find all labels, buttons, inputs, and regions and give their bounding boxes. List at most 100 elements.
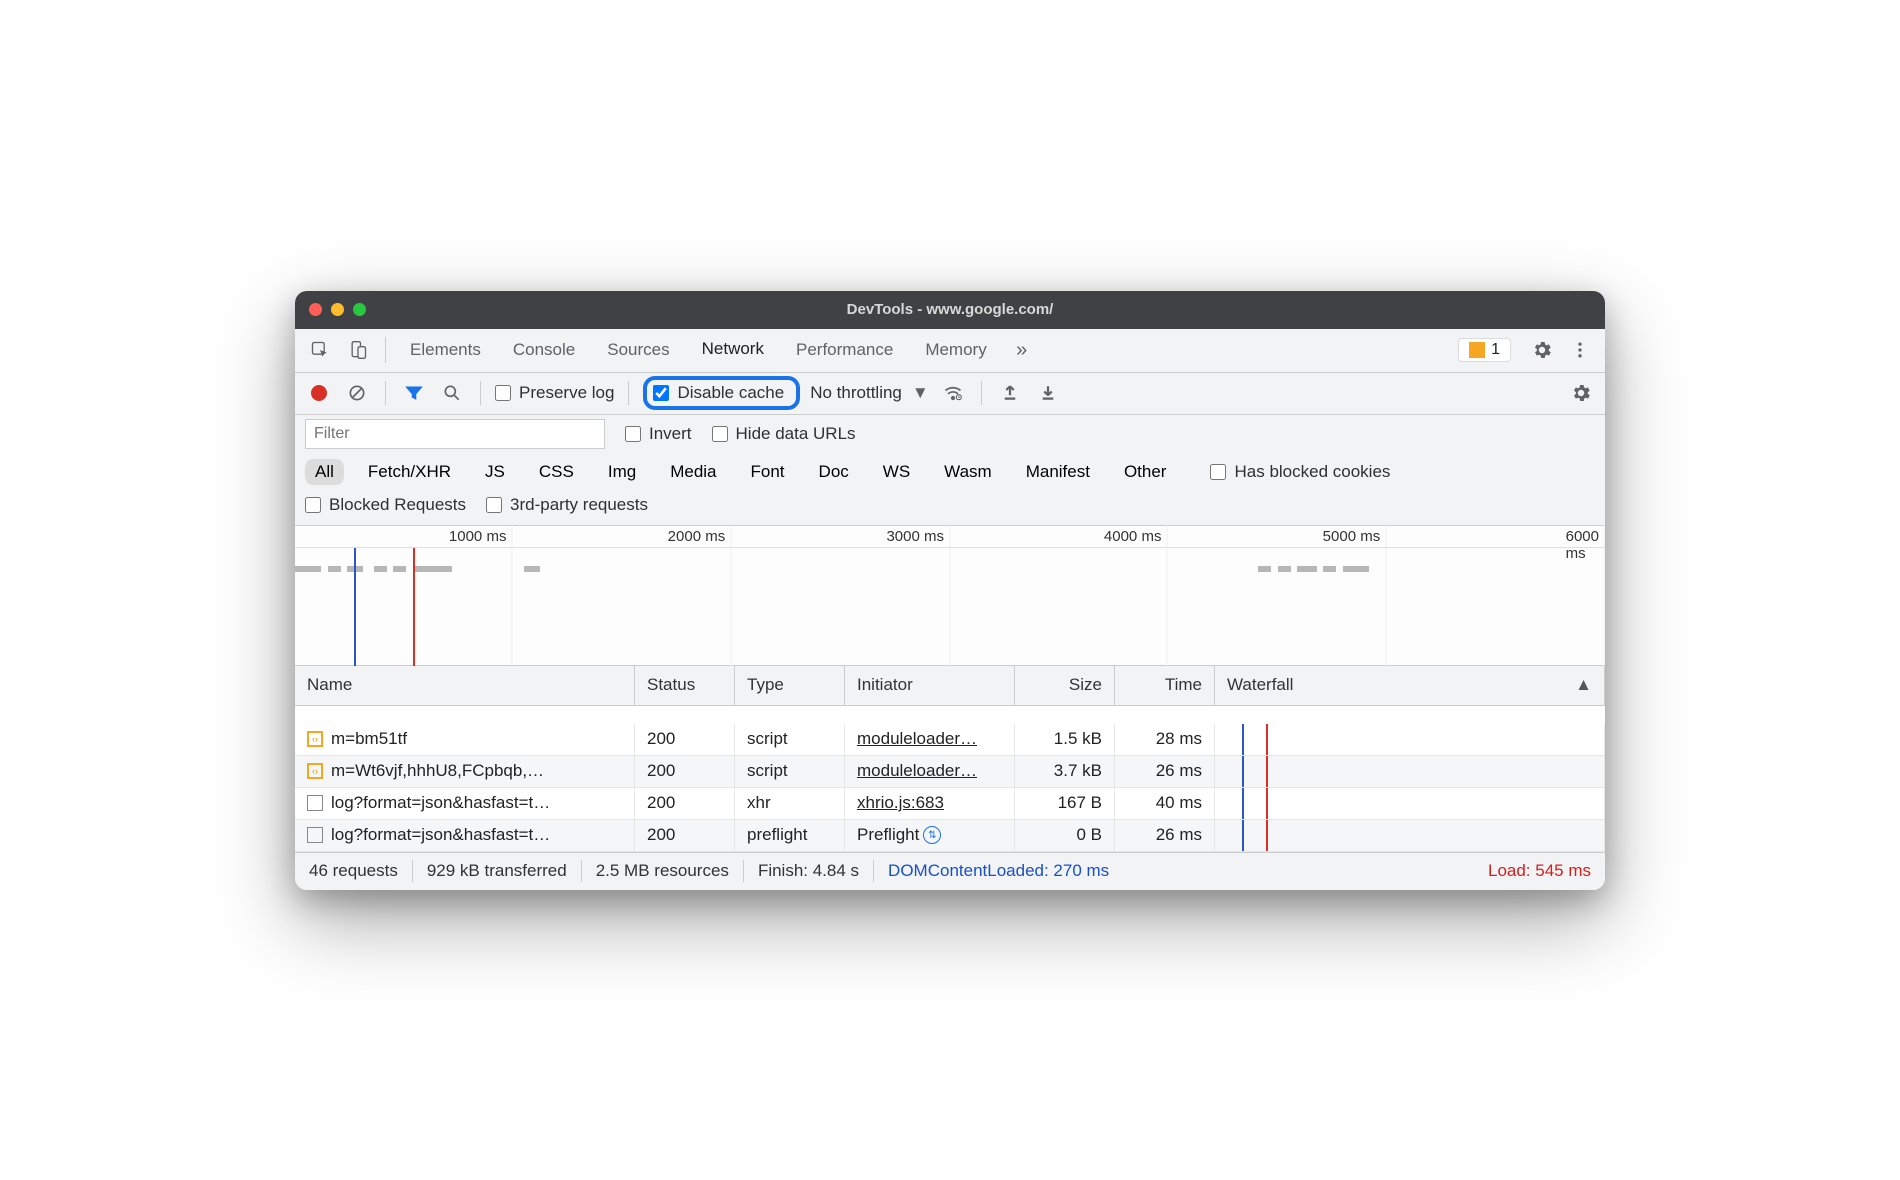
hide-data-urls-checkbox[interactable]: Hide data URLs (712, 424, 856, 444)
preflight-icon: ⇅ (923, 826, 941, 844)
cell-name: ‹› m=Wt6vjf,hhhU8,FCpbqb,… (295, 756, 635, 787)
col-header-status[interactable]: Status (635, 666, 735, 705)
dropdown-icon: ▼ (912, 383, 929, 403)
devtools-window: DevTools - www.google.com/ Elements Cons… (295, 291, 1605, 890)
third-party-checkbox[interactable]: 3rd-party requests (486, 495, 648, 515)
sort-indicator-icon: ▲ (1575, 675, 1592, 695)
divider (480, 381, 481, 405)
col-header-size[interactable]: Size (1015, 666, 1115, 705)
disable-cache-input[interactable] (653, 385, 669, 401)
blocked-requests-checkbox[interactable]: Blocked Requests (305, 495, 466, 515)
cell-type: preflight (735, 820, 845, 851)
has-blocked-cookies-checkbox[interactable]: Has blocked cookies (1210, 462, 1390, 482)
col-header-waterfall[interactable]: Waterfall▲ (1215, 666, 1605, 705)
file-type-icon (307, 795, 323, 811)
timeline-tick: 5000 ms (1323, 528, 1387, 545)
cell-time: 26 ms (1115, 820, 1215, 851)
filter-type-img[interactable]: Img (598, 459, 646, 485)
status-bar: 46 requests 929 kB transferred 2.5 MB re… (295, 852, 1605, 890)
cell-size: 0 B (1015, 820, 1115, 851)
warning-icon (1469, 342, 1485, 358)
record-icon (311, 385, 327, 401)
status-dcl: DOMContentLoaded: 270 ms (888, 861, 1109, 881)
network-toolbar: Preserve log Disable cache No throttling… (295, 373, 1605, 415)
col-header-type[interactable]: Type (735, 666, 845, 705)
cell-waterfall (1215, 724, 1605, 755)
cell-type: xhr (735, 788, 845, 819)
request-name: log?format=json&hasfast=t… (331, 825, 550, 845)
request-table-body: ‹› m=bm51tf 200 script moduleloader… 1.5… (295, 706, 1605, 852)
search-icon[interactable] (438, 379, 466, 407)
tab-console[interactable]: Console (499, 328, 589, 372)
cell-waterfall (1215, 788, 1605, 819)
col-header-initiator[interactable]: Initiator (845, 666, 1015, 705)
table-row[interactable]: ‹› m=bm51tf 200 script moduleloader… 1.5… (295, 706, 1605, 756)
timeline-tick: 3000 ms (886, 528, 950, 545)
cell-initiator: moduleloader… (845, 724, 1015, 755)
network-conditions-icon[interactable] (939, 379, 967, 407)
resource-type-filters: All Fetch/XHR JS CSS Img Media Font Doc … (305, 459, 1595, 485)
table-row[interactable]: log?format=json&hasfast=t… 200 xhr xhrio… (295, 788, 1605, 820)
network-settings-icon[interactable] (1567, 379, 1595, 407)
inspect-element-icon[interactable] (303, 333, 337, 367)
preserve-log-checkbox[interactable]: Preserve log (495, 383, 614, 403)
status-resources: 2.5 MB resources (596, 861, 729, 881)
table-row[interactable]: ‹› m=Wt6vjf,hhhU8,FCpbqb,… 200 script mo… (295, 756, 1605, 788)
timeline-overview[interactable]: 1000 ms 2000 ms 3000 ms 4000 ms 5000 ms … (295, 526, 1605, 666)
import-har-icon[interactable] (996, 379, 1024, 407)
status-transferred: 929 kB transferred (427, 861, 567, 881)
record-button[interactable] (305, 379, 333, 407)
filter-type-all[interactable]: All (305, 459, 344, 485)
export-har-icon[interactable] (1034, 379, 1062, 407)
initiator-link[interactable]: xhrio.js:683 (857, 793, 944, 813)
device-mode-icon[interactable] (341, 333, 375, 367)
initiator-link[interactable]: moduleloader… (857, 729, 977, 749)
disable-cache-label: Disable cache (677, 383, 784, 403)
settings-icon[interactable] (1525, 333, 1559, 367)
col-header-name[interactable]: Name (295, 666, 635, 705)
tab-network[interactable]: Network (688, 328, 778, 372)
divider (385, 337, 386, 363)
kebab-menu-icon[interactable] (1563, 333, 1597, 367)
filter-type-other[interactable]: Other (1114, 459, 1177, 485)
filter-type-media[interactable]: Media (660, 459, 726, 485)
tab-memory[interactable]: Memory (911, 328, 1000, 372)
clear-button[interactable] (343, 379, 371, 407)
cell-initiator: xhrio.js:683 (845, 788, 1015, 819)
throttling-select[interactable]: No throttling ▼ (810, 383, 929, 403)
more-tabs-icon[interactable]: » (1005, 333, 1039, 367)
cell-size: 167 B (1015, 788, 1115, 819)
filter-type-wasm[interactable]: Wasm (934, 459, 1002, 485)
tab-performance[interactable]: Performance (782, 328, 907, 372)
filter-type-doc[interactable]: Doc (809, 459, 859, 485)
tab-sources[interactable]: Sources (593, 328, 683, 372)
filter-type-js[interactable]: JS (475, 459, 515, 485)
file-type-icon: ‹› (307, 731, 323, 747)
cell-size: 1.5 kB (1015, 724, 1115, 755)
issues-button[interactable]: 1 (1458, 338, 1511, 362)
status-finish: Finish: 4.84 s (758, 861, 859, 881)
disable-cache-checkbox[interactable]: Disable cache (653, 383, 784, 403)
cell-status: 200 (635, 788, 735, 819)
main-tabbar: Elements Console Sources Network Perform… (295, 329, 1605, 373)
invert-checkbox[interactable]: Invert (625, 424, 692, 444)
filter-toggle-icon[interactable] (400, 379, 428, 407)
preserve-log-input[interactable] (495, 385, 511, 401)
timeline-tick: 4000 ms (1104, 528, 1168, 545)
cell-time: 28 ms (1115, 724, 1215, 755)
cell-time: 26 ms (1115, 756, 1215, 787)
cell-size: 3.7 kB (1015, 756, 1115, 787)
tab-elements[interactable]: Elements (396, 328, 495, 372)
initiator-link[interactable]: moduleloader… (857, 761, 977, 781)
col-header-time[interactable]: Time (1115, 666, 1215, 705)
cell-waterfall (1215, 820, 1605, 851)
filter-type-fetchxhr[interactable]: Fetch/XHR (358, 459, 461, 485)
filter-input[interactable] (305, 419, 605, 449)
filter-type-ws[interactable]: WS (873, 459, 920, 485)
filter-type-css[interactable]: CSS (529, 459, 584, 485)
status-load: Load: 545 ms (1488, 861, 1591, 881)
table-row[interactable]: log?format=json&hasfast=t… 200 preflight… (295, 820, 1605, 852)
filter-type-font[interactable]: Font (741, 459, 795, 485)
overview-activity (295, 566, 1605, 574)
filter-type-manifest[interactable]: Manifest (1016, 459, 1100, 485)
